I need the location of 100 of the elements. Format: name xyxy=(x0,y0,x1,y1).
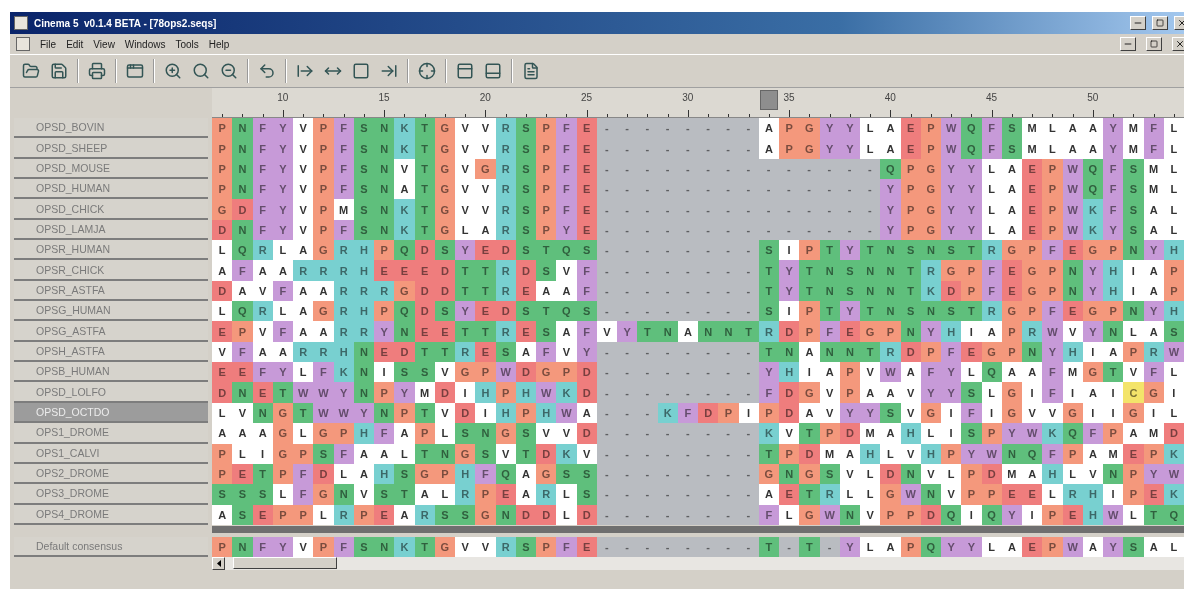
ruler-marker[interactable] xyxy=(759,90,778,110)
residue-cell: W xyxy=(536,382,557,403)
residue-cell: P xyxy=(779,443,800,464)
residue-cell: N xyxy=(920,240,941,261)
minimize-button[interactable] xyxy=(1120,37,1136,51)
sequence-name[interactable]: OPS1_CALVI xyxy=(14,443,208,464)
residue-cell: D xyxy=(880,463,901,485)
residue-cell: W xyxy=(1062,179,1083,200)
residue-cell: A xyxy=(212,504,233,525)
residue-cell: R xyxy=(374,280,395,302)
residue-cell: L xyxy=(1163,199,1184,220)
residue-cell: N xyxy=(374,179,395,200)
residue-cell: L xyxy=(860,463,881,485)
residue-cell: D xyxy=(536,504,557,525)
sequence-name[interactable]: OPSD_MOUSE xyxy=(14,158,208,180)
residue-cell: S xyxy=(515,179,536,200)
residue-cell: Q xyxy=(880,158,901,180)
sequence-name[interactable]: OPSR_ASTFA xyxy=(14,280,208,302)
residue-cell: G xyxy=(799,504,820,525)
menu-item[interactable]: View xyxy=(93,38,115,50)
residue-cell: A xyxy=(900,362,921,383)
sequence-name[interactable]: OPSH_ASTFA xyxy=(14,341,208,363)
residue-cell: D xyxy=(212,219,233,241)
residue-cell: G xyxy=(475,158,496,180)
sequence-name[interactable]: OPSG_ASTFA xyxy=(14,321,208,342)
residue-cell: P xyxy=(1103,240,1124,261)
residue-cell: N xyxy=(232,536,253,557)
menu-item[interactable]: Help xyxy=(208,38,230,50)
residue-cell: R xyxy=(455,484,476,505)
sequence-name[interactable]: OPSD_SHEEP xyxy=(14,138,208,159)
scroll-thumb[interactable] xyxy=(233,557,337,570)
close-button[interactable] xyxy=(1172,37,1184,51)
residue-cell: L xyxy=(860,484,881,505)
residue-cell: N xyxy=(657,321,678,342)
residue-cell: Y xyxy=(880,219,901,241)
residue-cell: D xyxy=(941,280,962,302)
sequence-name[interactable]: OPSD_CHICK xyxy=(14,199,208,220)
residue-cell: D xyxy=(1163,423,1184,444)
residue-cell: L xyxy=(920,423,941,444)
residue-cell: W xyxy=(880,362,901,383)
residue-cell: G xyxy=(455,443,476,464)
residue-cell: N xyxy=(1103,321,1124,342)
residue-cell: H xyxy=(900,423,921,444)
sequence-name[interactable]: OPSD_OCTDO xyxy=(14,402,208,424)
residue-cell: F xyxy=(252,179,273,200)
residue-cell: R xyxy=(353,321,374,342)
residue-cell: V xyxy=(455,118,476,139)
residue-cell: S xyxy=(1123,199,1144,220)
residue-cell: Y xyxy=(819,138,840,159)
residue-cell: A xyxy=(1082,536,1103,557)
sequence-name[interactable]: OPS1_DROME xyxy=(14,423,208,444)
residue-cell: E xyxy=(475,341,496,363)
residue-cell: D xyxy=(434,382,455,403)
sequence-name[interactable]: OPSG_HUMAN xyxy=(14,301,208,322)
sequence-name[interactable]: OPSR_HUMAN xyxy=(14,240,208,261)
restore-button[interactable] xyxy=(1146,37,1162,51)
residue-cell: E xyxy=(961,341,982,363)
zoom-in-icon xyxy=(164,62,182,80)
sequence-name[interactable]: OPSD_LAMJA xyxy=(14,219,208,241)
residue-cell: Y xyxy=(455,240,476,261)
sequence-name[interactable]: OPS3_DROME xyxy=(14,484,208,505)
residue-cell: S xyxy=(941,240,962,261)
residue-cell: L xyxy=(212,402,233,424)
residue-cell: A xyxy=(394,423,415,444)
residue-cell: P xyxy=(961,463,982,485)
residue-cell: P xyxy=(900,179,921,200)
residue-cell: Y xyxy=(1103,536,1124,557)
maximize-button[interactable] xyxy=(1152,16,1168,30)
residue-cell: N xyxy=(232,138,253,159)
sequence-name[interactable]: OPSR_CHICK xyxy=(14,260,208,281)
residue-cell: A xyxy=(556,280,577,302)
sequence-name[interactable]: OPS4_DROME xyxy=(14,504,208,525)
sequence-name[interactable]: OPSD_HUMAN xyxy=(14,179,208,200)
menu-item[interactable]: Windows xyxy=(124,38,166,50)
residue-cell: A xyxy=(556,321,577,342)
residue-cell: P xyxy=(556,362,577,383)
sequence-name[interactable]: OPSD_BOVIN xyxy=(14,118,208,139)
minimize-button[interactable] xyxy=(1130,16,1146,30)
residue-cell: E xyxy=(1062,301,1083,322)
menu-item[interactable]: Edit xyxy=(66,38,84,50)
residue-cell: T xyxy=(394,484,415,505)
residue-cell: S xyxy=(434,240,455,261)
residue-cell: Y xyxy=(455,301,476,322)
menu-item[interactable]: Tools xyxy=(175,38,199,50)
residue-cell: M xyxy=(1022,138,1043,159)
residue-cell: G xyxy=(1123,402,1144,424)
sequence-name[interactable]: OPSD_LOLFO xyxy=(14,382,208,403)
residue-cell: G xyxy=(475,504,496,525)
menu-item[interactable]: File xyxy=(40,38,57,50)
residue-cell: A xyxy=(799,402,820,424)
residue-cell: V xyxy=(860,504,881,525)
residue-cell: L xyxy=(272,484,293,505)
residue-cell: A xyxy=(313,280,334,302)
residue-cell: G xyxy=(799,463,820,485)
undo-icon xyxy=(258,62,276,80)
residue-cell: R xyxy=(495,260,516,281)
residue-cell: Y xyxy=(272,118,293,139)
sequence-name[interactable]: OPS2_DROME xyxy=(14,463,208,485)
sequence-name[interactable]: OPSB_HUMAN xyxy=(14,362,208,383)
residue-cell: W xyxy=(1042,321,1063,342)
